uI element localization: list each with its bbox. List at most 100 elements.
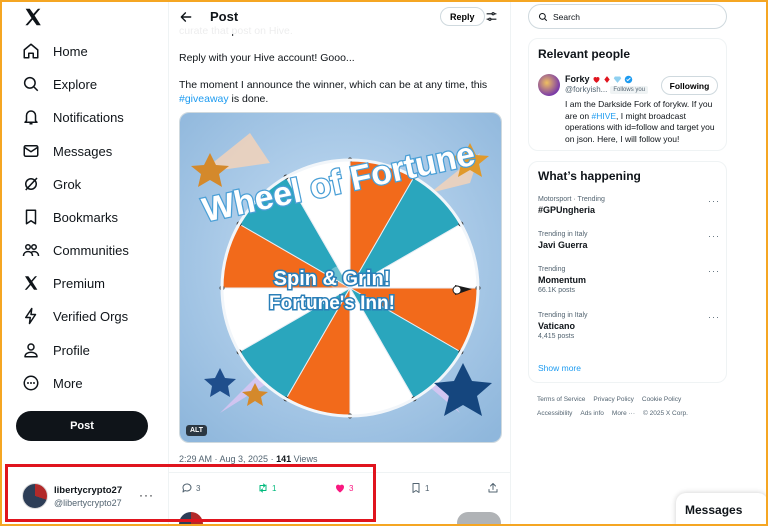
- envelope-icon: [23, 145, 39, 157]
- x-logo-icon[interactable]: [22, 6, 44, 28]
- nav-bookmarks[interactable]: Bookmarks: [14, 202, 126, 232]
- account-handle: @libertycrypto27: [54, 497, 122, 508]
- account-name: libertycrypto27: [54, 484, 123, 496]
- alt-badge[interactable]: ALT: [186, 425, 208, 436]
- person-icon: [24, 343, 38, 358]
- reply-count: 3: [196, 483, 201, 493]
- divider: [169, 472, 510, 473]
- trend-item[interactable]: Motorsport · Trending #GPUngheria ···: [538, 196, 720, 215]
- trend-name: Javi Guerra: [538, 240, 588, 250]
- nav-label: Home: [53, 43, 88, 59]
- account-switcher[interactable]: libertycrypto27 @libertycrypto27 ···: [14, 474, 162, 518]
- trend-context: Trending: [538, 266, 566, 273]
- card-title: Relevant people: [538, 47, 631, 61]
- post-meta: 2:29 AM · Aug 3, 2025 · 141 Views: [179, 454, 317, 464]
- footer-link[interactable]: Cookie Policy: [642, 393, 681, 407]
- gem-icon: [613, 76, 621, 83]
- hashtag-link[interactable]: #HIVE: [591, 111, 616, 121]
- nav-notifications[interactable]: Notifications: [14, 102, 132, 132]
- more-icon[interactable]: ···: [708, 312, 720, 322]
- footer-link[interactable]: Ads info: [580, 407, 604, 421]
- nav-communities[interactable]: Communities: [14, 235, 137, 265]
- post-text: The moment I announce the winner, which …: [179, 79, 488, 91]
- trend-name: #GPUngheria: [538, 205, 596, 215]
- post-button[interactable]: Post: [16, 411, 148, 441]
- show-more-link[interactable]: Show more: [538, 363, 581, 373]
- person-name-text: Forky: [565, 74, 590, 84]
- left-sidebar: Home Explore Notifications Messages Grok…: [0, 0, 168, 526]
- person-bio: I am the Darkside Fork of forykw. If you…: [565, 99, 720, 145]
- trend-context: Trending in Italy: [538, 312, 588, 319]
- footer-link[interactable]: More ···: [612, 407, 635, 421]
- more-icon[interactable]: ···: [708, 266, 720, 276]
- home-icon: [23, 43, 39, 59]
- reply-action[interactable]: 3: [181, 482, 200, 494]
- nav-explore[interactable]: Explore: [14, 69, 105, 99]
- wheel-of-fortune-image: Wheel of Fortune Spin & Grin! Fortune's …: [180, 113, 501, 442]
- nav-verified-orgs[interactable]: Verified Orgs: [14, 301, 136, 331]
- right-sidebar: Relevant people Forky @forkyish... Follo…: [511, 0, 768, 526]
- post-text-line: Reply with your Hive account! Gooo...: [179, 52, 355, 64]
- trend-name: Momentum: [538, 275, 586, 285]
- avatar: [22, 483, 48, 509]
- post-time[interactable]: 2:29 AM · Aug 3, 2025 ·: [179, 454, 276, 464]
- x-logo-icon: [24, 276, 38, 290]
- heart-icon: [335, 484, 345, 493]
- footer-link[interactable]: Terms of Service: [537, 393, 585, 407]
- trend-item[interactable]: Trending Momentum 66.1K posts ···: [538, 266, 720, 294]
- search-box[interactable]: [528, 4, 727, 29]
- search-input[interactable]: [553, 11, 713, 22]
- reply-submit-button[interactable]: [457, 512, 501, 526]
- share-icon: [488, 483, 498, 493]
- nav-premium[interactable]: Premium: [14, 268, 113, 298]
- footer-link[interactable]: Accessibility: [537, 407, 572, 421]
- more-icon[interactable]: ···: [139, 488, 154, 502]
- back-arrow-icon[interactable]: [179, 10, 193, 24]
- nav-grok[interactable]: Grok: [14, 169, 89, 199]
- reply-button[interactable]: Reply: [440, 7, 485, 26]
- trend-item[interactable]: Trending in Italy Vaticano 4,415 posts ·…: [538, 312, 720, 340]
- bookmark-action[interactable]: 1: [410, 482, 429, 494]
- lightning-icon: [25, 307, 37, 325]
- like-action[interactable]: 3: [334, 482, 353, 494]
- messages-drawer-label: Messages: [685, 502, 743, 517]
- messages-drawer[interactable]: Messages: [676, 493, 768, 526]
- person-name[interactable]: Forky: [565, 74, 633, 84]
- trend-item[interactable]: Trending in Italy Javi Guerra ···: [538, 231, 720, 250]
- sliders-icon[interactable]: [485, 10, 498, 23]
- post-image[interactable]: Wheel of Fortune Spin & Grin! Fortune's …: [179, 112, 502, 443]
- follows-you-badge: Follows you: [610, 85, 649, 94]
- view-count: 141: [276, 454, 292, 464]
- following-button[interactable]: Following: [661, 76, 718, 95]
- nav-label: Communities: [53, 242, 129, 258]
- repost-action[interactable]: 1: [257, 482, 276, 494]
- trend-count: 66.1K posts: [538, 287, 575, 294]
- nav-profile[interactable]: Profile: [14, 335, 98, 365]
- card-title: What’s happening: [538, 169, 641, 183]
- repost-count: 1: [272, 483, 277, 493]
- footer-links: Terms of Service Privacy Policy Cookie Pol…: [537, 393, 727, 421]
- avatar[interactable]: [538, 74, 560, 96]
- more-circle-icon: [23, 375, 39, 391]
- more-icon[interactable]: ···: [708, 231, 720, 241]
- diamond-icon: [603, 75, 610, 83]
- trend-count: 4,415 posts: [538, 333, 575, 340]
- hashtag-link[interactable]: #giveaway: [179, 93, 229, 105]
- share-action[interactable]: [487, 482, 499, 494]
- trend-context: Trending in Italy: [538, 231, 588, 238]
- nav-more[interactable]: More: [14, 368, 91, 398]
- repost-icon: [259, 483, 267, 493]
- search-icon: [23, 76, 39, 92]
- nav-label: More: [53, 375, 83, 391]
- footer-link[interactable]: Privacy Policy: [593, 393, 633, 407]
- nav-home[interactable]: Home: [14, 36, 96, 66]
- nav-label: Explore: [53, 76, 98, 92]
- relevant-people-card: Relevant people Forky @forkyish... Follo…: [528, 38, 727, 151]
- nav-messages[interactable]: Messages: [14, 136, 120, 166]
- person-handle: @forkyish... Follows you: [565, 85, 649, 94]
- post-text: is done.: [228, 93, 269, 105]
- search-icon: [538, 12, 548, 21]
- bell-icon: [24, 110, 38, 125]
- trend-name: Vaticano: [538, 321, 576, 331]
- more-icon[interactable]: ···: [708, 196, 720, 206]
